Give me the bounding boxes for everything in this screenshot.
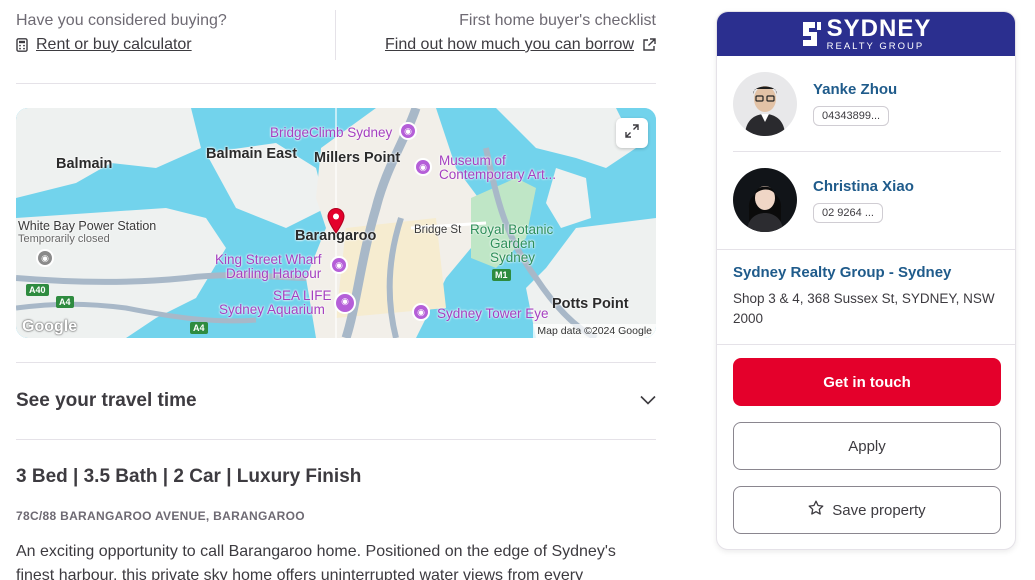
map-label-bridge-st: Bridge St [414,224,462,236]
agent-phone-button[interactable]: 02 9264 ... [813,202,883,223]
agency-info: Sydney Realty Group - Sydney Shop 3 & 4,… [717,249,1015,345]
avatar[interactable] [733,71,797,136]
checklist-section: First home buyer's checklist Find out ho… [336,10,656,60]
external-link-icon [642,38,656,52]
sydney-realty-logo: SYDNEY REALTY GROUP [801,14,932,52]
agent-name[interactable]: Yanke Zhou [813,81,897,98]
map-label-balmain-east: Balmain East [206,146,298,162]
road-badge-a4-second: A4 [190,322,208,334]
apply-button[interactable]: Apply [733,422,1001,470]
map-label-millers-point: Millers Point [314,150,401,166]
save-property-button[interactable]: Save property [733,486,1001,534]
map-expand-button[interactable] [616,118,648,148]
save-property-label: Save property [832,501,926,519]
map-label-king-street-1: King Street Wharf [215,252,322,267]
buying-prompt-section: Have you considered buying? Rent or buy … [16,10,336,60]
agent-name[interactable]: Christina Xiao [813,178,914,195]
checklist-prompt: First home buyer's checklist [459,12,656,29]
get-in-touch-label: Get in touch [823,373,911,391]
rent-or-buy-calculator-link[interactable]: Rent or buy calculator [16,32,192,58]
map-label-white-bay-2: Temporarily closed [18,233,110,245]
aquarium-pin-icon[interactable]: ◉ [334,292,356,314]
star-icon [808,500,824,520]
map-label-museum-2: Contemporary Art... [439,167,557,182]
map-attribution[interactable]: Map data ©2024 Google [533,324,656,338]
map-label-botanic-2: Garden [490,236,536,251]
divider [16,362,656,363]
calculator-link-label: Rent or buy calculator [36,36,192,53]
divider [16,83,656,84]
tower-pin-icon[interactable]: ◉ [412,303,430,321]
property-location-pin-icon[interactable] [327,208,345,239]
agent-row: Yanke Zhou 04343899... [733,56,1001,152]
logo-main-text: SYDNEY [826,14,932,42]
agent-row: Christina Xiao 02 9264 ... [733,152,1001,248]
travel-time-title: See your travel time [16,390,197,411]
divider [16,439,656,440]
borrow-link-label: Find out how much you can borrow [384,36,634,53]
road-badge-m1: M1 [492,269,511,281]
location-map[interactable]: Balmain Balmain East Millers Point Bridg… [16,108,656,338]
road-badge-a4: A4 [56,296,74,308]
map-label-sea-life-2: Sydney Aquarium [219,302,325,317]
agency-brand-bar[interactable]: SYDNEY REALTY GROUP [717,12,1015,56]
agency-address: Shop 3 & 4, 368 Sussex St, SYDNEY, NSW 2… [733,291,995,326]
logo-mark-icon [802,22,821,46]
google-logo: Google [22,318,78,335]
map-label-botanic-1: Royal Botanic [470,222,554,237]
listing-description: An exciting opportunity to call Barangar… [16,543,616,580]
road-badge-a40: A40 [26,284,49,296]
map-label-bridgeclimb: BridgeClimb Sydney [270,125,393,140]
map-label-white-bay-1: White Bay Power Station [18,219,157,233]
expand-icon [625,123,639,143]
apply-label: Apply [848,437,886,455]
logo-sub-text: REALTY GROUP [826,40,925,52]
map-label-potts-point: Potts Point [552,296,629,312]
map-label-balmain: Balmain [56,156,113,172]
calculator-icon [16,38,28,52]
attraction-pin-icon[interactable]: ◉ [399,122,417,140]
travel-time-toggle[interactable]: See your travel time [16,380,656,422]
get-in-touch-button[interactable]: Get in touch [733,358,1001,406]
listing-headline: 3 Bed | 3.5 Bath | 2 Car | Luxury Finish [16,466,362,487]
wharf-pin-icon[interactable]: ◉ [330,256,348,274]
map-label-botanic-3: Sydney [490,250,536,265]
avatar[interactable] [733,168,797,232]
chevron-down-icon [640,392,656,410]
buying-links-row: Have you considered buying? Rent or buy … [16,10,656,60]
agent-contact-card: SYDNEY REALTY GROUP Yanke Zhou 04343899.… [716,11,1016,550]
landmark-pin-icon[interactable]: ◉ [36,249,54,267]
agent-phone-button[interactable]: 04343899... [813,106,890,126]
listing-address: 78C/88 BARANGAROO AVENUE, BARANGAROO [16,509,305,523]
map-label-sea-life-1: SEA LIFE [273,288,332,303]
map-label-king-street-2: Darling Harbour [226,266,322,281]
buying-prompt: Have you considered buying? [16,12,227,29]
map-label-tower-eye: Sydney Tower Eye [437,306,549,321]
agency-name-link[interactable]: Sydney Realty Group - Sydney [733,264,999,281]
borrow-link[interactable]: Find out how much you can borrow [385,32,656,58]
map-label-museum-1: Museum of [439,153,506,168]
museum-pin-icon[interactable]: ◉ [414,158,432,176]
